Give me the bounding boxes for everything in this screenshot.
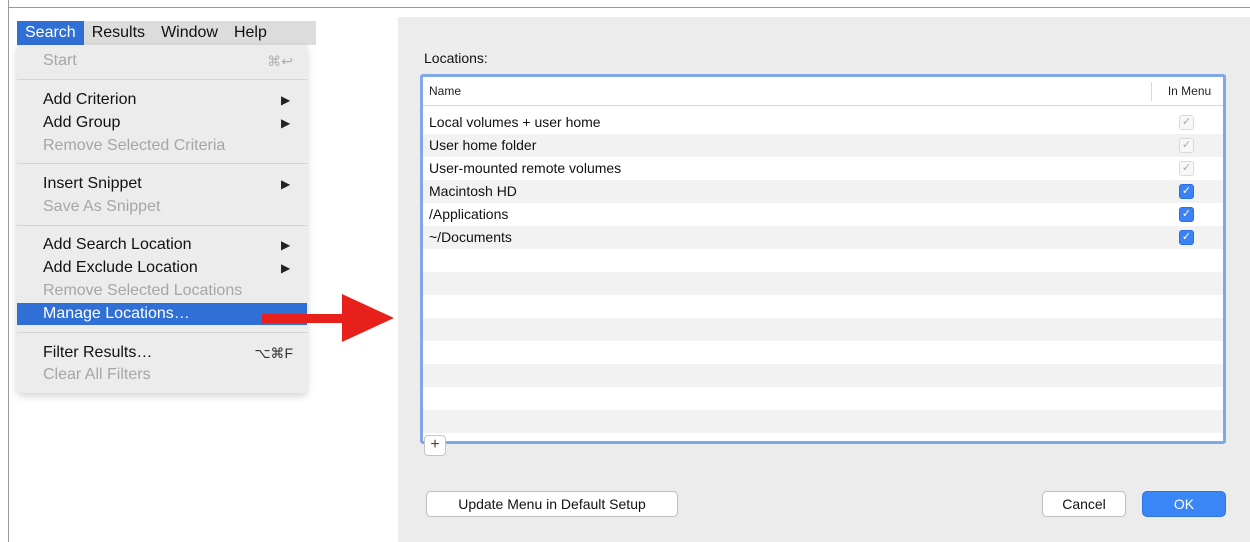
update-menu-default-setup-button[interactable]: Update Menu in Default Setup (426, 491, 678, 517)
table-header: Name In Menu (423, 77, 1223, 106)
empty-row (423, 295, 1223, 318)
menu-item-label: Add Search Location (43, 236, 192, 253)
chevron-right-icon: ▶ (281, 93, 291, 107)
location-name: User home folder (429, 137, 537, 153)
location-name: Macintosh HD (429, 183, 517, 199)
menu-item-label: Add Exclude Location (43, 259, 198, 276)
frame-top-border (8, 7, 1250, 8)
menu-item-filter-results[interactable]: Filter Results… ⌥⌘F (17, 342, 307, 364)
menu-item-save-as-snippet: Save As Snippet (17, 196, 307, 218)
menu-item-label: Add Group (43, 114, 121, 131)
in-menu-checkbox[interactable]: ✓ (1179, 184, 1194, 199)
menu-item-start: Start ⌘↩ (17, 50, 307, 72)
location-name: User-mounted remote volumes (429, 160, 622, 176)
menu-item-label: Manage Locations… (43, 305, 190, 322)
table-row[interactable]: Macintosh HD ✓ (423, 180, 1223, 203)
menu-item-add-group[interactable]: Add Group ▶ (17, 112, 307, 134)
cancel-button[interactable]: Cancel (1042, 491, 1126, 517)
table-row[interactable]: Local volumes + user home ✓ (423, 111, 1223, 134)
menu-item-label: Start (43, 52, 77, 69)
menu-separator (17, 79, 307, 80)
table-row[interactable]: /Applications ✓ (423, 203, 1223, 226)
menu-title-search[interactable]: Search (17, 21, 84, 45)
menu-item-remove-selected-criteria: Remove Selected Criteria (17, 135, 307, 157)
add-location-button[interactable]: + (424, 435, 446, 456)
location-name: Local volumes + user home (429, 114, 601, 130)
location-name: ~/Documents (429, 229, 512, 245)
menu-item-add-criterion[interactable]: Add Criterion ▶ (17, 89, 307, 111)
ok-button[interactable]: OK (1142, 491, 1226, 517)
in-menu-checkbox: ✓ (1179, 161, 1194, 176)
menu-item-label: Clear All Filters (43, 366, 151, 383)
menu-item-label: Insert Snippet (43, 175, 142, 192)
menu-title-window[interactable]: Window (153, 21, 226, 45)
chevron-right-icon: ▶ (281, 238, 291, 252)
menu-item-label: Save As Snippet (43, 198, 161, 215)
frame-left-border (8, 0, 9, 542)
menu-item-label: Filter Results… (43, 344, 153, 361)
menu-separator (17, 163, 307, 164)
chevron-right-icon: ▶ (281, 177, 291, 191)
menu-item-add-search-location[interactable]: Add Search Location ▶ (17, 234, 307, 256)
column-header-in-menu[interactable]: In Menu (1156, 77, 1223, 106)
menu-item-label: Remove Selected Criteria (43, 137, 226, 154)
chevron-right-icon: ▶ (281, 116, 291, 130)
in-menu-checkbox[interactable]: ✓ (1179, 230, 1194, 245)
menubar: Search Results Window Help (17, 21, 316, 45)
table-row[interactable]: User home folder ✓ (423, 134, 1223, 157)
red-arrow-icon (262, 294, 394, 342)
table-row[interactable]: User-mounted remote volumes ✓ (423, 157, 1223, 180)
manage-locations-dialog: Locations: Name In Menu Local volumes + … (398, 17, 1250, 542)
menu-item-insert-snippet[interactable]: Insert Snippet ▶ (17, 173, 307, 195)
empty-row (423, 249, 1223, 272)
shortcut-label: ⌥⌘F (254, 345, 293, 361)
in-menu-checkbox: ✓ (1179, 115, 1194, 130)
column-header-name[interactable]: Name (429, 77, 461, 106)
table-row[interactable]: ~/Documents ✓ (423, 226, 1223, 249)
empty-row (423, 433, 1223, 441)
menu-item-clear-all-filters: Clear All Filters (17, 364, 307, 386)
location-name: /Applications (429, 206, 509, 222)
menu-item-add-exclude-location[interactable]: Add Exclude Location ▶ (17, 257, 307, 279)
chevron-right-icon: ▶ (281, 261, 291, 275)
empty-row (423, 318, 1223, 341)
shortcut-label: ⌘↩ (267, 53, 293, 69)
empty-row (423, 272, 1223, 295)
in-menu-checkbox: ✓ (1179, 138, 1194, 153)
menu-title-results[interactable]: Results (84, 21, 153, 45)
empty-row (423, 387, 1223, 410)
menu-item-label: Remove Selected Locations (43, 282, 243, 299)
empty-row (423, 410, 1223, 433)
empty-row (423, 341, 1223, 364)
locations-table[interactable]: Name In Menu Local volumes + user home ✓… (420, 74, 1226, 444)
locations-label: Locations: (424, 50, 488, 66)
menu-title-help[interactable]: Help (226, 21, 275, 45)
in-menu-checkbox[interactable]: ✓ (1179, 207, 1194, 222)
empty-row (423, 364, 1223, 387)
menu-separator (17, 225, 307, 226)
column-divider[interactable] (1151, 82, 1152, 101)
menu-item-label: Add Criterion (43, 91, 137, 108)
